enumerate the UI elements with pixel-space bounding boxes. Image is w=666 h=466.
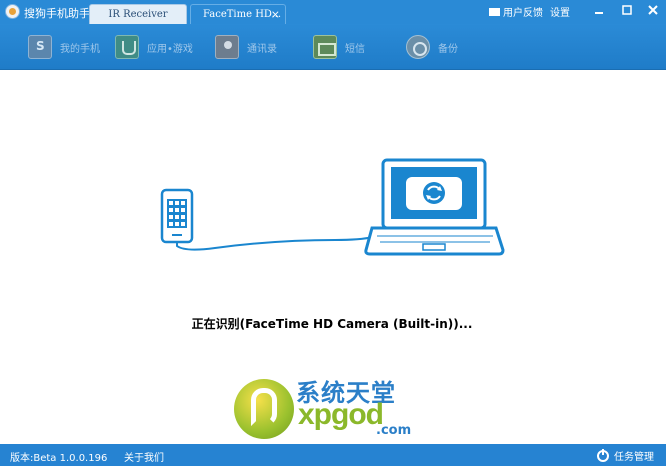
tab-label: FaceTime HD... <box>203 9 282 20</box>
status-label: 正在识别(FaceTime HD Camera (Built-in))... <box>191 317 473 331</box>
nav-label: 通讯录 <box>247 43 277 55</box>
mail-icon <box>489 7 500 16</box>
recognition-status: 正在识别(FaceTime HD Camera (Built-in))... <box>0 315 666 332</box>
backup-icon <box>406 35 430 59</box>
nav-label: 备份 <box>438 43 458 55</box>
watermark-p-icon <box>251 388 277 426</box>
feedback-link[interactable]: 用户反馈 <box>489 4 543 19</box>
phone-device-icon <box>160 188 194 244</box>
app-title: 搜狗手机助手 <box>24 7 90 20</box>
tab-close-icon[interactable]: × <box>271 8 280 21</box>
tab-ir-receiver[interactable]: IR Receiver <box>89 4 187 24</box>
task-manager-label: 任务管理 <box>614 452 654 463</box>
apps-icon <box>115 35 139 59</box>
device-connection-illustration <box>160 158 505 256</box>
status-bar: 版本:Beta 1.0.0.196 关于我们 任务管理 <box>0 444 666 466</box>
watermark-en: xpgod <box>298 398 384 431</box>
main-panel: 正在识别(FaceTime HD Camera (Built-in))... 系… <box>0 71 666 444</box>
watermark-com: .com <box>376 423 412 438</box>
nav-item-backup[interactable]: 备份 <box>406 33 458 61</box>
feedback-label: 用户反馈 <box>503 8 543 19</box>
nav-item-sms[interactable]: 短信 <box>313 33 365 61</box>
sms-icon <box>313 35 337 59</box>
title-bar: 搜狗手机助手 IR Receiver FaceTime HD... × 用户反馈… <box>0 0 666 24</box>
phone-icon <box>28 35 52 59</box>
usb-cable <box>176 235 378 251</box>
power-icon <box>597 448 609 462</box>
tab-label: IR Receiver <box>108 9 168 20</box>
nav-item-contacts[interactable]: 通讯录 <box>215 33 277 61</box>
nav-toolbar: 我的手机 应用•游戏 通讯录 短信 备份 <box>0 24 666 70</box>
settings-link[interactable]: 设置 <box>550 4 570 19</box>
nav-label: 短信 <box>345 43 365 55</box>
nav-label: 我的手机 <box>60 43 100 55</box>
task-manager-button[interactable]: 任务管理 <box>597 448 654 463</box>
about-link[interactable]: 关于我们 <box>124 449 164 464</box>
version-label: 版本:Beta 1.0.0.196 <box>10 453 108 464</box>
nav-item-apps[interactable]: 应用•游戏 <box>115 33 193 61</box>
tab-facetime[interactable]: FaceTime HD... × <box>190 4 286 24</box>
maximize-icon[interactable] <box>620 3 634 17</box>
nav-label: 应用•游戏 <box>147 43 193 55</box>
close-icon[interactable] <box>646 3 660 17</box>
app-logo-icon <box>5 4 20 19</box>
minimize-icon[interactable] <box>592 3 606 17</box>
contacts-icon <box>215 35 239 59</box>
watermark-logo: 系统天堂 xpgod .com <box>234 373 430 443</box>
nav-item-my-phone[interactable]: 我的手机 <box>28 33 100 61</box>
laptop-device-icon <box>364 158 505 256</box>
